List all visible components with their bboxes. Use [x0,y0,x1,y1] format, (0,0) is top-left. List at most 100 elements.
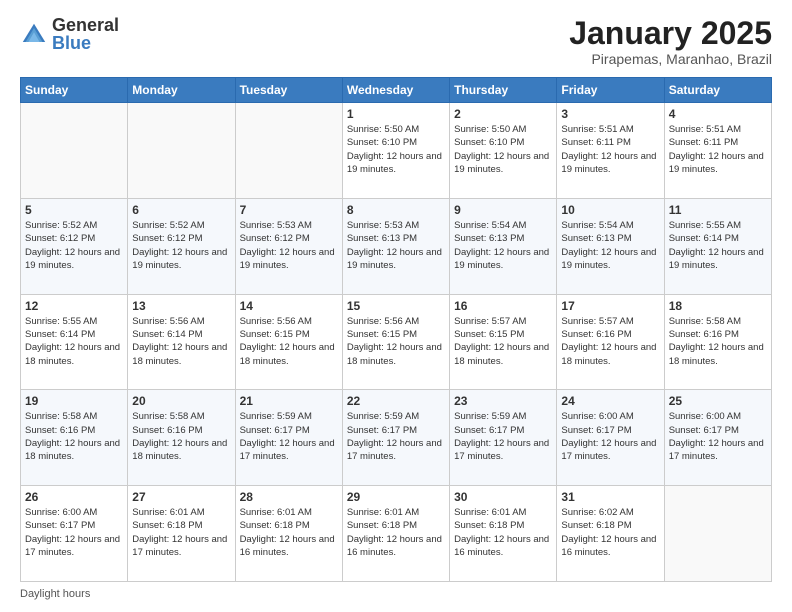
calendar-week-row: 12 Sunrise: 5:55 AM Sunset: 6:14 PM Dayli… [21,294,772,390]
calendar-cell: 29 Sunrise: 6:01 AM Sunset: 6:18 PM Dayli… [342,486,449,582]
weekday-header: Monday [128,78,235,103]
day-info: Sunrise: 5:56 AM Sunset: 6:15 PM Dayligh… [240,315,338,368]
day-info: Sunrise: 5:51 AM Sunset: 6:11 PM Dayligh… [669,123,767,176]
calendar-cell: 18Sunrise: 5:58 AM Sunset: 6:16 PM Dayli… [664,294,771,390]
day-number: 11 [669,203,767,217]
day-info: Sunrise: 5:55 AM Sunset: 6:14 PM Dayligh… [25,315,123,368]
day-number: 26 [25,490,123,504]
main-title: January 2025 [569,16,772,51]
day-number: 12 [25,299,123,313]
calendar-cell: 16 Sunrise: 5:57 AM Sunset: 6:15 PM Dayli… [450,294,557,390]
calendar-cell: 12 Sunrise: 5:55 AM Sunset: 6:14 PM Dayli… [21,294,128,390]
day-number: 10 [561,203,659,217]
calendar-cell [235,103,342,199]
calendar-cell: 2Sunrise: 5:50 AM Sunset: 6:10 PM Daylig… [450,103,557,199]
calendar-week-row: 19Sunrise: 5:58 AM Sunset: 6:16 PM Dayli… [21,390,772,486]
logo-text: General Blue [52,16,119,54]
logo: General Blue [20,16,119,54]
weekday-header: Friday [557,78,664,103]
weekday-header: Wednesday [342,78,449,103]
calendar-cell: 1Sunrise: 5:50 AM Sunset: 6:10 PM Daylig… [342,103,449,199]
day-number: 1 [347,107,445,121]
calendar-cell: 27 Sunrise: 6:01 AM Sunset: 6:18 PM Dayli… [128,486,235,582]
calendar-cell: 3 Sunrise: 5:51 AM Sunset: 6:11 PM Daylig… [557,103,664,199]
day-info: Sunrise: 5:53 AM Sunset: 6:13 PM Dayligh… [347,219,445,272]
calendar-cell: 7 Sunrise: 5:53 AM Sunset: 6:12 PM Daylig… [235,198,342,294]
day-number: 25 [669,394,767,408]
day-info: Sunrise: 5:59 AM Sunset: 6:17 PM Dayligh… [240,410,338,463]
day-info: Sunrise: 6:01 AM Sunset: 6:18 PM Dayligh… [454,506,552,559]
calendar-cell: 25 Sunrise: 6:00 AM Sunset: 6:17 PM Dayli… [664,390,771,486]
day-number: 14 [240,299,338,313]
day-number: 21 [240,394,338,408]
logo-general: General [52,16,119,34]
day-number: 31 [561,490,659,504]
day-info: Sunrise: 5:55 AM Sunset: 6:14 PM Dayligh… [669,219,767,272]
day-number: 27 [132,490,230,504]
calendar-week-row: 1 Sunrise: 5:50 AM Sunset: 6:10 PM Daylig… [21,103,772,199]
day-number: 3 [561,107,659,121]
day-info: Sunrise: 5:59 AM Sunset: 6:17 PM Dayligh… [454,410,552,463]
day-number: 22 [347,394,445,408]
day-info: Sunrise: 5:53 AM Sunset: 6:12 PM Dayligh… [240,219,338,272]
day-number: 6 [132,203,230,217]
day-number: 19 [25,394,123,408]
day-number: 29 [347,490,445,504]
day-number: 8 [347,203,445,217]
day-info: Sunrise: 5:54 AM Sunset: 6:13 PM Dayligh… [454,219,552,272]
title-block: January 2025 Pirapemas, Maranhao, Brazil [569,16,772,67]
calendar-cell [21,103,128,199]
day-info: Sunrise: 6:01 AM Sunset: 6:18 PM Dayligh… [132,506,230,559]
day-number: 16 [454,299,552,313]
day-info: Sunrise: 6:00 AM Sunset: 6:17 PM Dayligh… [669,410,767,463]
calendar-cell: 23 Sunrise: 5:59 AM Sunset: 6:17 PM Dayli… [450,390,557,486]
calendar-cell: 21 Sunrise: 5:59 AM Sunset: 6:17 PM Dayli… [235,390,342,486]
day-info: Sunrise: 6:01 AM Sunset: 6:18 PM Dayligh… [347,506,445,559]
calendar-cell: 10Sunrise: 5:54 AM Sunset: 6:13 PM Dayli… [557,198,664,294]
calendar-cell: 22Sunrise: 5:59 AM Sunset: 6:17 PM Dayli… [342,390,449,486]
daylight-hours-label: Daylight hours [20,588,90,600]
page: General Blue January 2025 Pirapemas, Mar… [0,0,792,612]
calendar-cell: 5Sunrise: 5:52 AM Sunset: 6:12 PM Daylig… [21,198,128,294]
day-number: 9 [454,203,552,217]
calendar-table: SundayMondayTuesdayWednesdayThursdayFrid… [20,77,772,582]
day-info: Sunrise: 5:56 AM Sunset: 6:15 PM Dayligh… [347,315,445,368]
calendar-cell: 19Sunrise: 5:58 AM Sunset: 6:16 PM Dayli… [21,390,128,486]
day-info: Sunrise: 6:00 AM Sunset: 6:17 PM Dayligh… [561,410,659,463]
header: General Blue January 2025 Pirapemas, Mar… [20,16,772,67]
day-number: 7 [240,203,338,217]
weekday-header: Sunday [21,78,128,103]
day-info: Sunrise: 5:57 AM Sunset: 6:15 PM Dayligh… [454,315,552,368]
day-number: 24 [561,394,659,408]
weekday-header: Thursday [450,78,557,103]
day-info: Sunrise: 5:56 AM Sunset: 6:14 PM Dayligh… [132,315,230,368]
calendar-cell: 13 Sunrise: 5:56 AM Sunset: 6:14 PM Dayli… [128,294,235,390]
day-info: Sunrise: 5:51 AM Sunset: 6:11 PM Dayligh… [561,123,659,176]
weekday-header: Saturday [664,78,771,103]
day-number: 23 [454,394,552,408]
day-info: Sunrise: 5:57 AM Sunset: 6:16 PM Dayligh… [561,315,659,368]
calendar-cell: 8 Sunrise: 5:53 AM Sunset: 6:13 PM Daylig… [342,198,449,294]
day-number: 13 [132,299,230,313]
weekday-header-row: SundayMondayTuesdayWednesdayThursdayFrid… [21,78,772,103]
day-info: Sunrise: 5:50 AM Sunset: 6:10 PM Dayligh… [454,123,552,176]
day-number: 15 [347,299,445,313]
footer-note: Daylight hours [20,588,772,600]
calendar-cell: 4 Sunrise: 5:51 AM Sunset: 6:11 PM Daylig… [664,103,771,199]
day-number: 20 [132,394,230,408]
subtitle: Pirapemas, Maranhao, Brazil [569,51,772,67]
calendar-cell [128,103,235,199]
day-number: 17 [561,299,659,313]
logo-icon [20,21,48,49]
calendar-week-row: 26Sunrise: 6:00 AM Sunset: 6:17 PM Dayli… [21,486,772,582]
day-info: Sunrise: 6:01 AM Sunset: 6:18 PM Dayligh… [240,506,338,559]
calendar-cell: 6 Sunrise: 5:52 AM Sunset: 6:12 PM Daylig… [128,198,235,294]
calendar-cell: 14 Sunrise: 5:56 AM Sunset: 6:15 PM Dayli… [235,294,342,390]
day-info: Sunrise: 5:58 AM Sunset: 6:16 PM Dayligh… [669,315,767,368]
weekday-header: Tuesday [235,78,342,103]
day-number: 4 [669,107,767,121]
day-info: Sunrise: 5:52 AM Sunset: 6:12 PM Dayligh… [132,219,230,272]
calendar-cell: 20Sunrise: 5:58 AM Sunset: 6:16 PM Dayli… [128,390,235,486]
calendar-cell: 11 Sunrise: 5:55 AM Sunset: 6:14 PM Dayli… [664,198,771,294]
calendar-week-row: 5Sunrise: 5:52 AM Sunset: 6:12 PM Daylig… [21,198,772,294]
